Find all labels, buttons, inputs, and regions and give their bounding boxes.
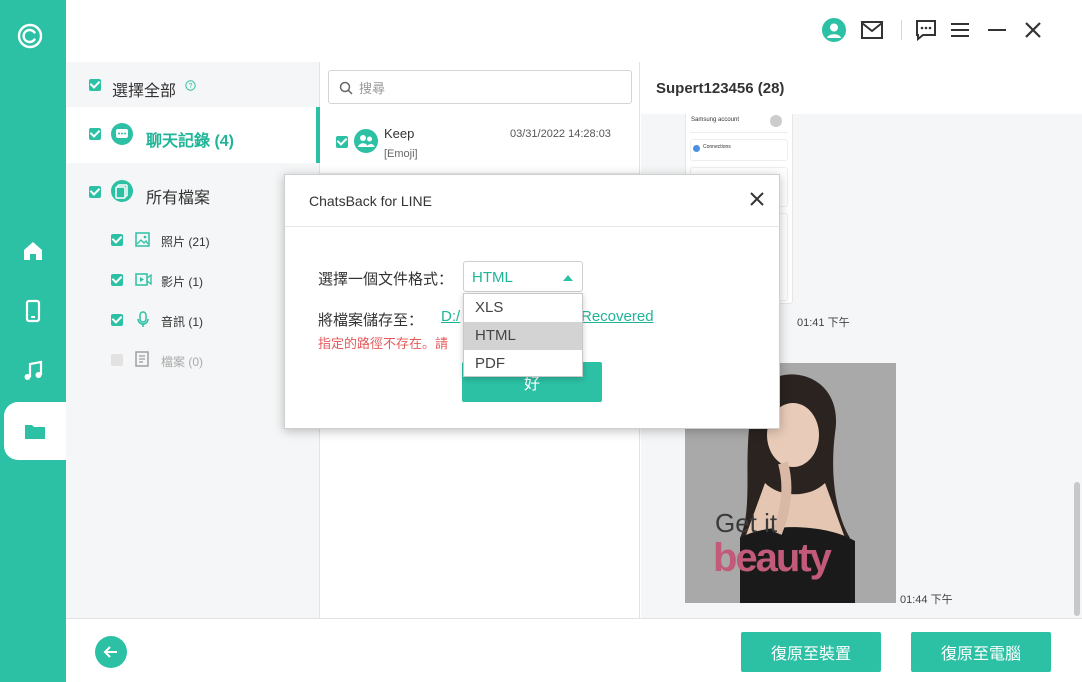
mic-icon xyxy=(137,311,149,327)
caret-up-icon xyxy=(563,275,573,281)
chat-time: 03/31/2022 14:28:03 xyxy=(510,128,611,140)
hamburger-icon xyxy=(951,23,969,37)
home-icon xyxy=(24,242,42,260)
category-panel: 選擇全部 ? 聊天記錄 (4) 所有檔案 照片 (21) 影片 (1) 音訊 (… xyxy=(66,62,320,618)
mail-button[interactable] xyxy=(860,18,884,42)
search-input[interactable] xyxy=(359,78,619,98)
select-all-label: 選擇全部 xyxy=(112,83,177,100)
rail-music-button[interactable] xyxy=(0,342,66,400)
dialog-close-button[interactable] xyxy=(747,189,767,209)
format-select-value: HTML xyxy=(472,269,513,286)
chat-item-checkbox[interactable] xyxy=(336,136,348,148)
top-bar xyxy=(66,0,1082,62)
format-option-pdf[interactable]: PDF xyxy=(464,350,582,378)
search-box xyxy=(328,70,632,104)
svg-text:?: ? xyxy=(189,83,193,90)
all-files-label: 所有檔案 xyxy=(146,190,211,207)
minimize-button[interactable] xyxy=(985,18,1009,42)
music-icon xyxy=(24,360,43,380)
chat-preview: [Emoji] xyxy=(384,148,418,160)
image-icon xyxy=(135,232,150,247)
search-icon xyxy=(339,81,353,95)
rail-home-button[interactable] xyxy=(0,222,66,280)
folder-icon xyxy=(25,425,45,439)
audio-checkbox[interactable] xyxy=(111,314,123,326)
restore-to-pc-button[interactable]: 復原至電腦 xyxy=(911,632,1051,672)
video-icon xyxy=(135,273,152,286)
arrow-left-icon xyxy=(103,646,117,658)
user-icon xyxy=(822,18,846,42)
save-path-link[interactable]: D:/ xyxy=(441,308,460,325)
back-button[interactable] xyxy=(95,636,127,668)
photos-checkbox[interactable] xyxy=(111,234,123,246)
help-icon[interactable]: ? xyxy=(185,80,196,91)
close-icon xyxy=(1025,22,1041,38)
feedback-button[interactable] xyxy=(914,18,938,42)
select-all-checkbox[interactable] xyxy=(89,79,101,91)
close-window-button[interactable] xyxy=(1021,18,1045,42)
conversation-scrollbar[interactable] xyxy=(1074,482,1080,616)
phone-icon xyxy=(25,299,41,323)
format-option-xls[interactable]: XLS xyxy=(464,294,582,322)
chat-icon xyxy=(111,123,133,145)
videos-checkbox[interactable] xyxy=(111,274,123,286)
all-files-checkbox[interactable] xyxy=(89,186,101,198)
message-time: 01:44 下午 xyxy=(900,594,953,606)
chats-label: 聊天記錄 (4) xyxy=(146,133,235,150)
documents-label: 檔案 (0) xyxy=(161,355,204,369)
save-path-link-end[interactable]: Recovered xyxy=(581,308,654,325)
photo-caption-top: Get it xyxy=(715,508,778,538)
message-time: 01:41 下午 xyxy=(797,317,850,329)
photos-label: 照片 (21) xyxy=(161,235,210,249)
restore-to-device-button[interactable]: 復原至裝置 xyxy=(741,632,881,672)
audio-label: 音訊 (1) xyxy=(161,315,204,329)
bottom-bar: 復原至裝置 復原至電腦 xyxy=(66,618,1082,682)
format-option-html[interactable]: HTML xyxy=(464,322,582,350)
app-logo-icon xyxy=(17,23,43,49)
left-rail xyxy=(0,0,66,682)
mail-icon xyxy=(861,21,883,39)
rail-files-button[interactable] xyxy=(4,402,66,460)
category-chats[interactable]: 聊天記錄 (4) xyxy=(66,107,320,163)
close-icon xyxy=(750,192,764,206)
path-error-message: 指定的路徑不存在。請 xyxy=(318,336,449,351)
conversation-header: Supert123456 (28) xyxy=(641,62,1082,114)
format-label: 選擇一個文件格式： xyxy=(318,271,454,288)
file-icon xyxy=(135,351,149,367)
group-avatar-icon xyxy=(354,129,378,153)
chat-list-item[interactable]: Keep [Emoji] 03/31/2022 14:28:03 xyxy=(320,114,639,174)
chat-bubble-icon xyxy=(916,20,936,41)
files-icon xyxy=(111,180,133,202)
videos-label: 影片 (1) xyxy=(161,275,204,289)
minimize-icon xyxy=(988,29,1006,31)
format-select[interactable]: HTML xyxy=(463,261,583,292)
documents-checkbox[interactable] xyxy=(111,354,123,366)
topbar-divider xyxy=(901,20,902,40)
chats-checkbox[interactable] xyxy=(89,128,101,140)
dialog-title: ChatsBack for LINE xyxy=(309,193,432,209)
export-dialog: ChatsBack for LINE 選擇一個文件格式： HTML 將檔案儲存至… xyxy=(284,174,780,429)
rail-device-button[interactable] xyxy=(0,282,66,340)
dialog-divider xyxy=(285,226,779,227)
account-button[interactable] xyxy=(822,18,846,42)
conversation-title: Supert123456 (28) xyxy=(656,80,785,97)
save-location-label: 將檔案儲存至： xyxy=(318,312,424,329)
photo-caption-bottom: beauty xyxy=(713,536,832,580)
menu-button[interactable] xyxy=(948,18,972,42)
chat-name: Keep xyxy=(384,126,415,141)
format-dropdown-menu: XLS HTML PDF xyxy=(463,293,583,377)
